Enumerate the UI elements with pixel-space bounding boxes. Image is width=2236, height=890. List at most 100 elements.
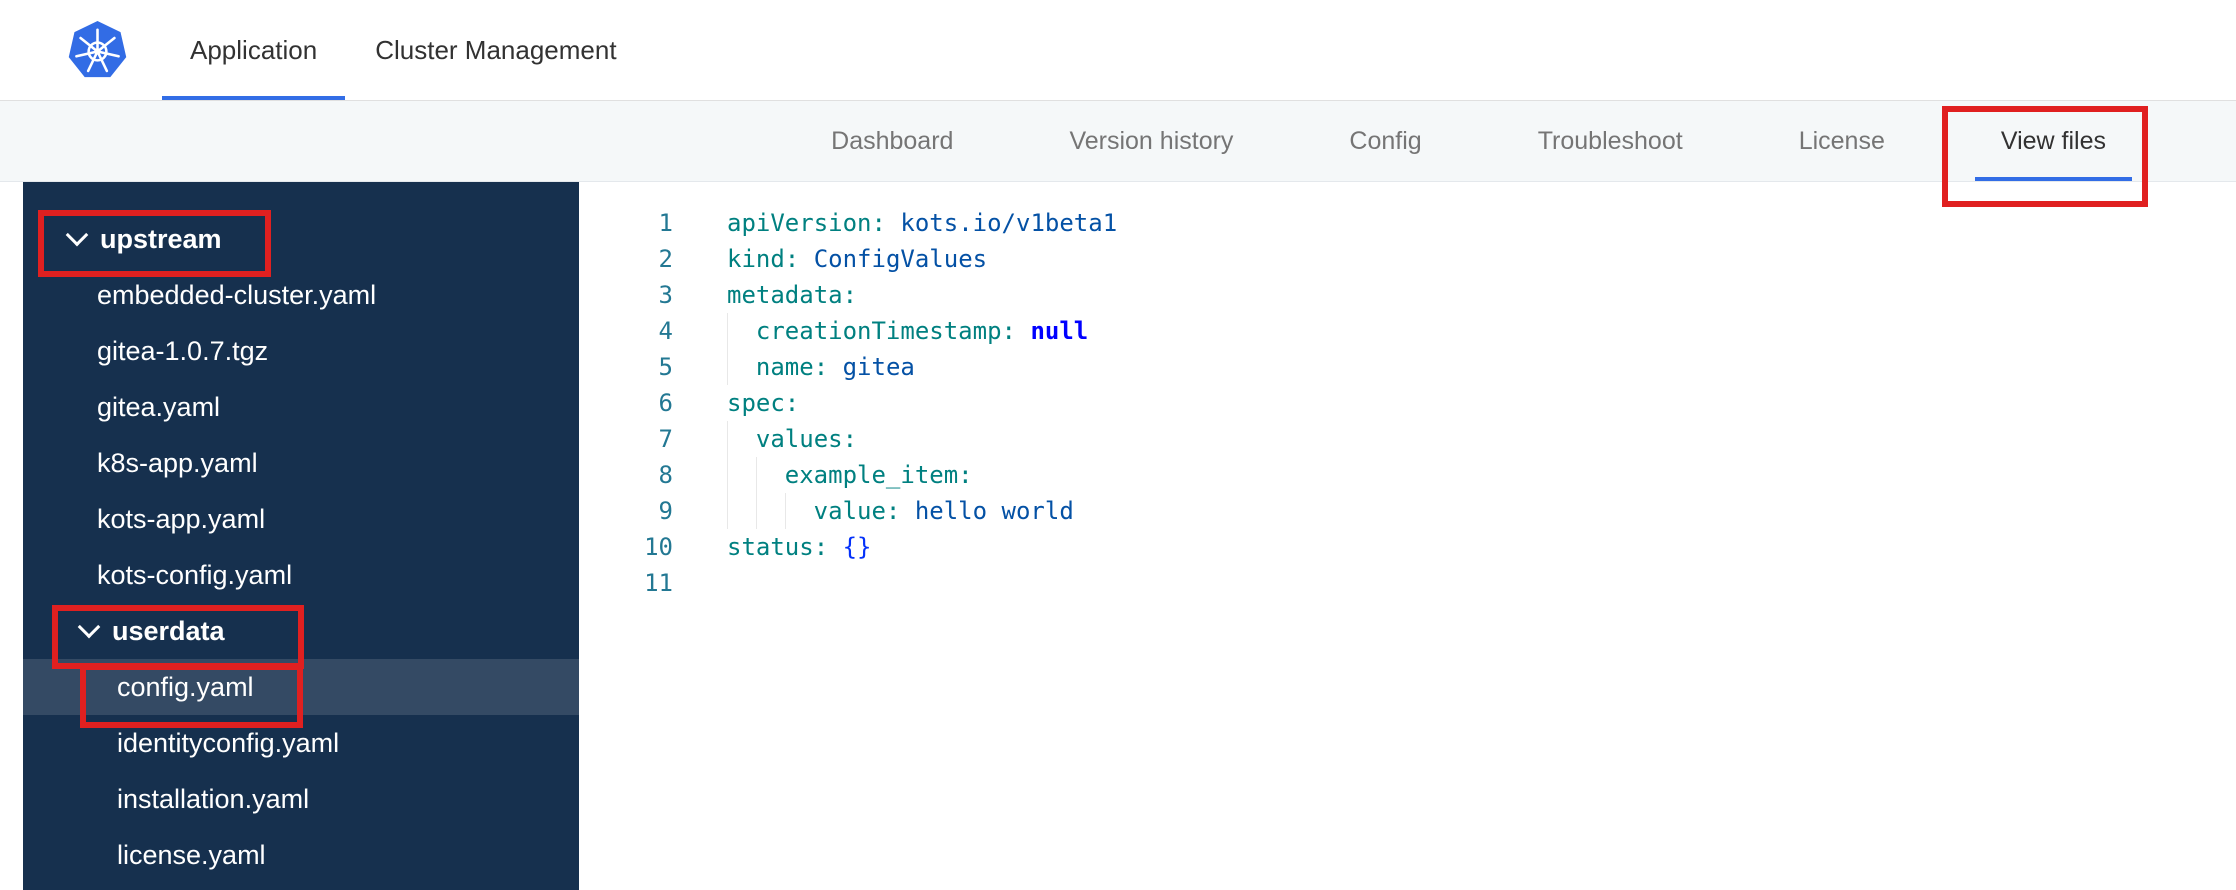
tree-item-label: upstream (100, 223, 222, 254)
line-number: 9 (658, 497, 673, 525)
code-line-content: spec: (727, 385, 799, 421)
code-token: {} (842, 533, 872, 561)
tree-item-label: kots-app.yaml (97, 503, 266, 534)
code-line-1: 1 apiVersion: kots.io/v1beta1 (579, 205, 2236, 241)
tree-item-label: kots-config.yaml (97, 559, 293, 590)
tree-file-config-yaml[interactable]: config.yaml (23, 659, 579, 715)
indent-guide (727, 457, 756, 493)
tab-cluster-management[interactable]: Cluster Management (347, 0, 644, 100)
tree-item-label: userdata (112, 615, 225, 646)
tree-file-license-yaml[interactable]: license.yaml (23, 827, 579, 883)
code-token: example_item: (784, 461, 973, 489)
code-line-11: 11 (579, 565, 2236, 601)
chevron-down-icon (65, 223, 89, 247)
line-number: 4 (658, 317, 673, 345)
code-token: name: (755, 353, 829, 381)
code-token: null (1030, 317, 1089, 345)
tab-cluster-management-label: Cluster Management (375, 34, 617, 65)
indent-guide (727, 493, 756, 529)
code-area: 1 apiVersion: kots.io/v1beta1 2 kind: Confi… (579, 205, 2236, 601)
code-line-10: 10 status: {} (579, 529, 2236, 565)
tree-file-identityconfig-yaml[interactable]: identityconfig.yaml (23, 715, 579, 771)
code-line-content: example_item: (727, 457, 973, 493)
file-editor[interactable]: 1 apiVersion: kots.io/v1beta1 2 kind: Confi… (579, 182, 2236, 890)
line-number: 10 (644, 533, 673, 561)
tree-file-kots-app-yaml[interactable]: kots-app.yaml (23, 491, 579, 547)
line-number: 7 (658, 425, 673, 453)
line-number: 3 (658, 281, 673, 309)
code-token: kots.io/v1beta1 (900, 209, 1118, 237)
tree-file-k8s-app-yaml[interactable]: k8s-app.yaml (23, 435, 579, 491)
code-token: status: (727, 533, 829, 561)
code-line-2: 2 kind: ConfigValues (579, 241, 2236, 277)
tree-item-label: embedded-cluster.yaml (97, 279, 377, 310)
code-line-8: 8 example_item: (579, 457, 2236, 493)
chevron-down-icon (77, 615, 101, 639)
tree-folder-userdata[interactable]: userdata (23, 603, 579, 659)
code-token: spec: (727, 389, 800, 417)
kubernetes-logo (66, 19, 129, 82)
code-token: hello world (914, 497, 1074, 525)
subnav-item-troubleshoot[interactable]: Troubleshoot (1538, 101, 1683, 181)
tree-item-label: gitea.yaml (97, 391, 221, 422)
subnav-item-version-history[interactable]: Version history (1069, 101, 1233, 181)
line-number: 2 (658, 245, 673, 273)
code-token: value: (813, 497, 901, 525)
code-line-content: creationTimestamp: null (727, 313, 1088, 349)
code-line-content: apiVersion: kots.io/v1beta1 (727, 205, 1117, 241)
code-line-9: 9 value: hello world (579, 493, 2236, 529)
line-number: 8 (658, 461, 673, 489)
tree-item-label: installation.yaml (117, 783, 310, 814)
line-number: 11 (644, 569, 673, 597)
code-line-7: 7 values: (579, 421, 2236, 457)
indent-guide (727, 349, 756, 385)
tree-item-label: gitea-1.0.7.tgz (97, 335, 269, 366)
tree-item-label: license.yaml (117, 839, 266, 870)
tree-item-label: k8s-app.yaml (97, 447, 258, 478)
subnav-item-view-files[interactable]: View files (1974, 101, 2133, 181)
code-line-6: 6 spec: (579, 385, 2236, 421)
tree-file-installation-yaml[interactable]: installation.yaml (23, 771, 579, 827)
code-line-content: values: (727, 421, 857, 457)
tree-file-kots-config-yaml[interactable]: kots-config.yaml (23, 547, 579, 603)
code-line-5: 5 name: gitea (579, 349, 2236, 385)
code-line-content: name: gitea (727, 349, 915, 385)
code-line-3: 3 metadata: (579, 277, 2236, 313)
app-subnav: Dashboard Version history Config Trouble… (0, 101, 2236, 182)
indent-guide (755, 457, 785, 493)
subnav-item-license[interactable]: License (1799, 101, 1885, 181)
subnav-item-dashboard[interactable]: Dashboard (831, 101, 953, 181)
code-token: gitea (842, 353, 915, 381)
line-number: 6 (658, 389, 673, 417)
tab-application[interactable]: Application (162, 0, 346, 100)
file-tree: upstream embedded-cluster.yaml gitea-1.0.7… (23, 182, 579, 890)
code-line-content: kind: ConfigValues (727, 241, 987, 277)
code-token: kind: (727, 245, 800, 273)
line-number: 5 (658, 353, 673, 381)
indent-guide (755, 493, 785, 529)
tree-folder-upstream[interactable]: upstream (23, 211, 579, 267)
code-token: values: (755, 425, 858, 453)
tree-item-label: config.yaml (117, 671, 254, 702)
line-number: 1 (658, 209, 673, 237)
code-line-content: value: hello world (727, 493, 1074, 529)
subnav-item-config[interactable]: Config (1349, 101, 1421, 181)
tree-item-label: identityconfig.yaml (117, 727, 340, 758)
code-token: apiVersion: (727, 209, 886, 237)
tree-file-gitea-yaml[interactable]: gitea.yaml (23, 379, 579, 435)
code-token: ConfigValues (813, 245, 988, 273)
code-token: creationTimestamp: (755, 317, 1016, 345)
indent-guide (727, 421, 756, 457)
code-line-content: metadata: (727, 277, 857, 313)
code-token: metadata: (727, 281, 858, 309)
indent-guide (784, 493, 814, 529)
tree-file-gitea-1-0-7-tgz[interactable]: gitea-1.0.7.tgz (23, 323, 579, 379)
tree-file-embedded-cluster-yaml[interactable]: embedded-cluster.yaml (23, 267, 579, 323)
code-line-content: status: {} (727, 529, 872, 565)
indent-guide (727, 313, 756, 349)
